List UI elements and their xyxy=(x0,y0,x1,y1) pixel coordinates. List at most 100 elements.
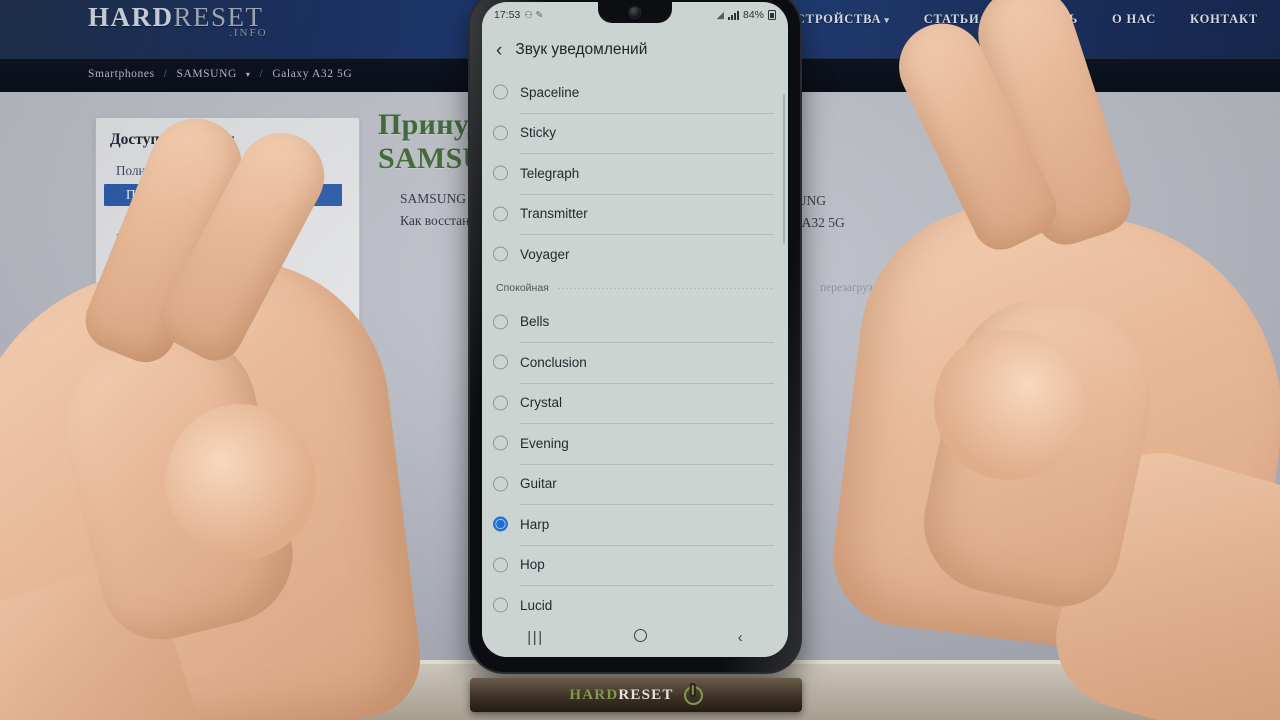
list-item-label: Spaceline xyxy=(520,84,580,100)
radio-button[interactable] xyxy=(493,597,508,613)
desk-dark-corner xyxy=(0,690,150,720)
option-label: Операции xyxy=(126,297,183,312)
battery-icon xyxy=(768,10,776,20)
option-label: Коды xyxy=(116,253,146,268)
option-label: Течение xyxy=(126,341,172,356)
list-item-label: Conclusion xyxy=(520,354,587,370)
breadcrumb: Smartphones / SAMSUNG ▾ / Galaxy A32 5G xyxy=(88,68,352,80)
nav-label: КОНТАКТ xyxy=(1190,12,1258,26)
list-item-voyager[interactable]: Voyager xyxy=(482,234,788,275)
list-item-label: Guitar xyxy=(520,476,557,492)
options-card-title: Доступные опции xyxy=(110,131,235,148)
power-icon xyxy=(683,685,703,705)
list-item-hop[interactable]: Hop xyxy=(482,544,788,586)
list-item-label: Voyager xyxy=(520,246,570,262)
radio-button[interactable] xyxy=(493,84,508,100)
option-item-kak-perezagruzit[interactable]: Как перезагрузить xyxy=(104,228,354,250)
option-item-skrytye-rezhimy[interactable]: Скрытые Режимы xyxy=(104,272,354,294)
option-item-sbros-k-zavodskim[interactable]: Сброс к заводским настройкам xyxy=(104,206,354,228)
site-logo[interactable]: HARDRESET .INFO xyxy=(88,2,265,39)
breadcrumb-separator: / xyxy=(163,68,168,80)
page-title: Звук уведомлений xyxy=(515,41,648,58)
options-list: Полный Сброс ⌄ Принудительная перезагрузк… xyxy=(104,160,354,360)
radio-button[interactable] xyxy=(493,314,508,330)
front-camera-icon xyxy=(629,7,641,18)
list-item-label: Bells xyxy=(520,314,550,330)
radio-button[interactable] xyxy=(493,476,508,492)
radio-button[interactable] xyxy=(493,165,508,181)
stand-brand-text: HARDRESET xyxy=(569,687,673,704)
back-button[interactable]: ‹ xyxy=(738,630,743,645)
breadcrumb-galaxy-a32[interactable]: Galaxy A32 5G xyxy=(272,68,352,80)
notification-sound-list[interactable]: Spaceline Sticky Telegraph Transmitter V… xyxy=(482,72,788,627)
list-item-conclusion[interactable]: Conclusion xyxy=(482,342,788,383)
back-arrow-icon[interactable]: ‹ xyxy=(496,41,502,60)
option-item-prinuditelnaya-perezagruzka[interactable]: Принудительная перезагрузка xyxy=(104,184,342,206)
list-item-label: Transmitter xyxy=(520,206,588,222)
signal-icon xyxy=(727,10,739,20)
radio-button[interactable] xyxy=(493,206,508,222)
section-header-label: Спокойная xyxy=(496,282,549,294)
breadcrumb-smartphones[interactable]: Smartphones xyxy=(88,68,155,80)
list-item-harp[interactable]: Harp xyxy=(482,504,788,545)
breadcrumb-samsung[interactable]: SAMSUNG xyxy=(176,68,236,80)
option-label: Принудительная перезагрузка xyxy=(126,187,295,202)
nav-item-o-nas[interactable]: О НАС xyxy=(1112,12,1156,27)
option-label: Сброс к заводским настройкам xyxy=(126,209,301,224)
radio-button[interactable] xyxy=(493,435,508,451)
nav-item-ustroystva[interactable]: УСТРОЙСТВА ▾ xyxy=(786,12,890,27)
chevron-down-icon: ▾ xyxy=(884,15,890,25)
option-item-techenie[interactable]: Течение xyxy=(104,338,354,360)
option-label: Скрытые Режимы xyxy=(126,275,227,290)
list-item-label: Harp xyxy=(520,516,550,532)
list-item-transmitter[interactable]: Transmitter xyxy=(482,193,788,235)
section-header-spokoynaya: Спокойная xyxy=(482,275,788,302)
stand-brand-hard: HARD xyxy=(569,686,619,703)
list-item-label: Evening xyxy=(520,435,569,451)
list-item-guitar[interactable]: Guitar xyxy=(482,463,788,505)
radio-button[interactable] xyxy=(493,125,508,141)
radio-button[interactable] xyxy=(493,354,508,370)
list-item-crystal[interactable]: Crystal xyxy=(482,382,788,424)
chevron-down-icon: ⌄ xyxy=(203,167,213,178)
option-item-operatsii[interactable]: Операции xyxy=(104,294,354,316)
nav-item-skachat[interactable]: СКАЧАТЬ xyxy=(1014,12,1079,27)
list-item-spaceline[interactable]: Spaceline xyxy=(482,72,788,113)
stand-brand-reset: RESET xyxy=(618,686,674,703)
list-item-label: Telegraph xyxy=(520,165,580,181)
home-button[interactable] xyxy=(634,629,648,645)
list-item-label: Sticky xyxy=(520,125,557,141)
available-options-card: Доступные опции Полный Сброс ⌄ Принудител… xyxy=(95,117,360,417)
breadcrumb-separator-2: / xyxy=(259,68,264,80)
status-icons-left: ⚇ ✎ xyxy=(524,9,544,21)
status-bar-right: ◢ 84% xyxy=(717,9,776,21)
nav-item-kontakt[interactable]: КОНТАКТ xyxy=(1190,12,1258,27)
phone-device: 17:53 ⚇ ✎ ◢ 84% ‹ Звук уведомлений Space… xyxy=(470,0,800,672)
radio-button[interactable] xyxy=(493,395,508,411)
stand-brand-plate: HARDRESET xyxy=(470,678,802,712)
option-item-kody[interactable]: Коды xyxy=(104,250,354,272)
option-item-luchshie[interactable]: Лучшие xyxy=(104,316,354,338)
nav-label: О НАС xyxy=(1112,12,1157,26)
radio-button-selected[interactable] xyxy=(493,516,508,532)
option-label: Как перезагрузить xyxy=(116,231,220,246)
nav-label: СТАТЬИ xyxy=(923,12,980,26)
nav-label: СКАЧАТЬ xyxy=(1013,12,1079,26)
list-scrollbar[interactable] xyxy=(782,94,785,244)
list-item-evening[interactable]: Evening xyxy=(482,423,788,464)
option-item-polnyy-sbros[interactable]: Полный Сброс ⌄ xyxy=(104,160,354,184)
list-item-label: Crystal xyxy=(520,395,563,411)
list-item-telegraph[interactable]: Telegraph xyxy=(482,153,788,194)
wifi-icon: ◢ xyxy=(716,9,724,21)
article-faint-text: перезагрузка xyxy=(820,282,884,294)
list-item-sticky[interactable]: Sticky xyxy=(482,112,788,154)
app-bar: ‹ Звук уведомлений xyxy=(482,28,788,72)
list-item-bells[interactable]: Bells xyxy=(482,302,788,343)
status-time: 17:53 xyxy=(494,9,521,21)
recents-button[interactable]: ||| xyxy=(527,630,544,645)
phone-screen: 17:53 ⚇ ✎ ◢ 84% ‹ Звук уведомлений Space… xyxy=(482,2,788,657)
radio-button[interactable] xyxy=(493,557,508,573)
section-divider-dots xyxy=(556,287,774,289)
radio-button[interactable] xyxy=(493,246,508,262)
nav-item-stati[interactable]: СТАТЬИ xyxy=(924,12,980,27)
